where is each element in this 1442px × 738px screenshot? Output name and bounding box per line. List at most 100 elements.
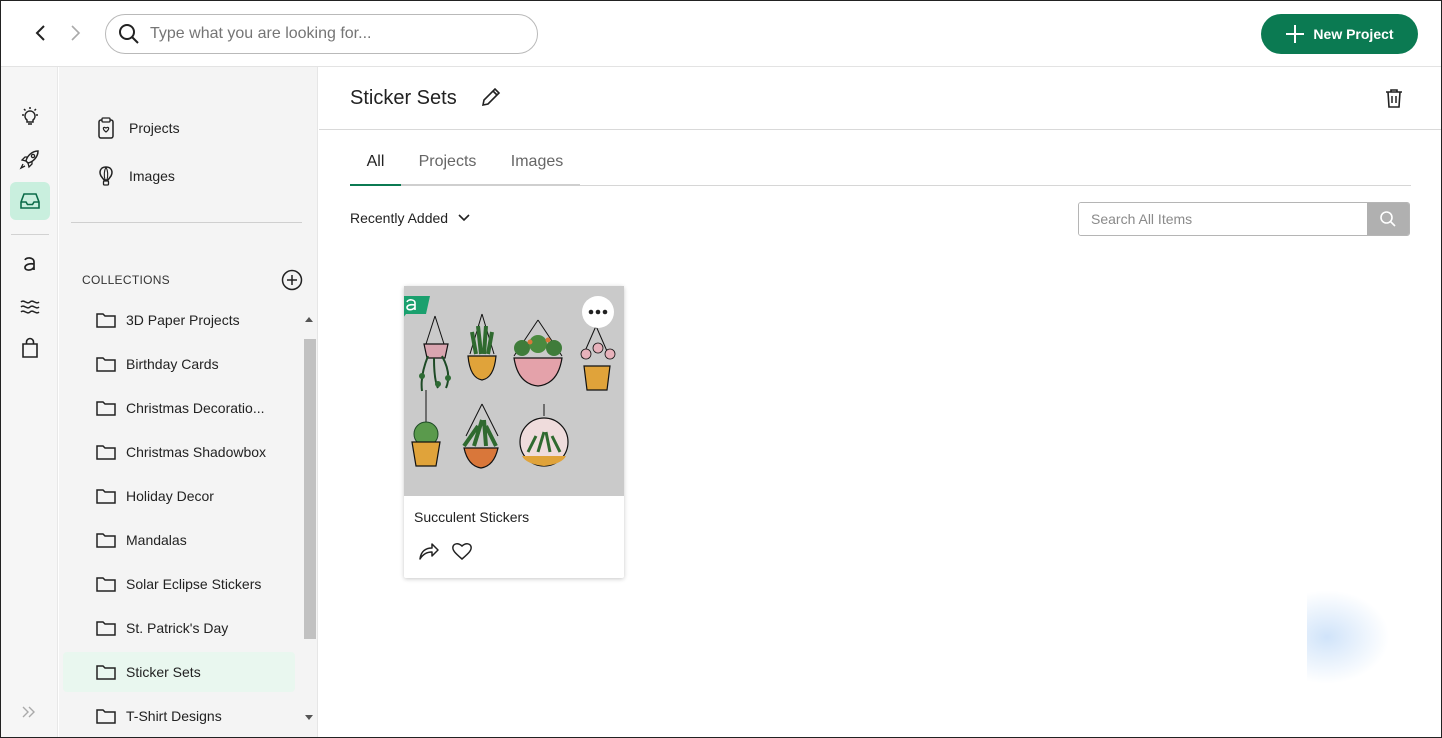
collection-label: Holiday Decor [126, 488, 214, 504]
sort-dropdown[interactable]: Recently Added [350, 210, 470, 226]
heart-icon [452, 543, 472, 560]
items-search-box[interactable] [1078, 202, 1410, 236]
projects-icon [98, 117, 114, 139]
rail-divider [11, 234, 49, 235]
sidebar-item-label: Projects [129, 120, 180, 136]
rail-fabric-button[interactable] [10, 288, 50, 326]
chevron-down-icon [458, 214, 470, 222]
collection-label: Birthday Cards [126, 356, 219, 372]
sidebar-item-projects[interactable]: Projects [97, 113, 180, 143]
chevron-right-icon [71, 25, 81, 41]
scroll-down-arrow[interactable] [305, 715, 313, 720]
access-logo-icon [24, 257, 35, 271]
main-content: Sticker Sets All Projects Images Recentl… [319, 67, 1441, 737]
collection-item[interactable]: St. Patrick's Day [63, 608, 295, 648]
collection-label: Sticker Sets [126, 664, 201, 680]
scroll-up-arrow[interactable] [305, 317, 313, 322]
rocket-icon [19, 150, 39, 170]
sort-label: Recently Added [350, 210, 449, 226]
folder-icon [96, 709, 116, 724]
folder-icon [96, 313, 116, 328]
plus-icon [1286, 25, 1305, 43]
back-button[interactable] [29, 21, 53, 45]
collections-heading: COLLECTIONS [82, 273, 170, 287]
new-project-button[interactable]: New Project [1261, 14, 1418, 54]
collection-item-active[interactable]: Sticker Sets [63, 652, 295, 692]
tab-images[interactable]: Images [494, 151, 580, 186]
folder-icon [96, 533, 116, 548]
folder-icon [96, 621, 116, 636]
filter-tabs: All Projects Images [350, 151, 1411, 186]
card-share-button[interactable] [418, 541, 440, 566]
double-chevron-right-icon [22, 706, 35, 718]
chevron-left-icon [35, 25, 45, 41]
tab-all[interactable]: All [350, 151, 401, 186]
trash-icon [1386, 89, 1402, 108]
floating-help-widget[interactable] [1307, 577, 1407, 697]
rail-shop-button[interactable] [10, 329, 50, 367]
share-arrow-icon [419, 543, 439, 560]
collection-item[interactable]: Holiday Decor [63, 476, 295, 516]
collection-item[interactable]: 3D Paper Projects [63, 300, 295, 340]
images-icon [99, 166, 113, 186]
project-card[interactable]: Succulent Stickers [404, 286, 624, 578]
collection-label: 3D Paper Projects [126, 312, 240, 328]
page-title: Sticker Sets [350, 87, 457, 109]
rename-button[interactable] [480, 86, 502, 113]
folder-icon [96, 401, 116, 416]
rail-access-button[interactable] [10, 245, 50, 283]
items-search-input[interactable] [1079, 203, 1367, 235]
rail-launch-button[interactable] [10, 140, 50, 178]
collection-label: St. Patrick's Day [126, 620, 229, 636]
collection-item[interactable]: Christmas Decoratio... [63, 388, 295, 428]
collection-label: Christmas Decoratio... [126, 400, 265, 416]
collection-item[interactable]: Mandalas [63, 520, 295, 560]
folder-icon [96, 577, 116, 592]
search-icon [1380, 211, 1396, 227]
collection-item[interactable]: Christmas Shadowbox [63, 432, 295, 472]
folder-icon [96, 489, 116, 504]
rail-inspiration-button[interactable] [10, 98, 50, 136]
access-badge-icon [404, 296, 430, 317]
global-search-input[interactable] [150, 25, 510, 43]
card-title: Succulent Stickers [414, 509, 530, 525]
access-badge [404, 296, 432, 327]
card-more-button[interactable] [582, 296, 614, 328]
items-search-button[interactable] [1367, 203, 1409, 235]
global-search-box[interactable] [105, 14, 538, 54]
collections-scrollbar[interactable] [302, 311, 316, 737]
new-project-label: New Project [1313, 26, 1394, 42]
sidebar-divider [71, 222, 302, 223]
sidebar-item-images[interactable]: Images [97, 161, 175, 191]
shopping-bag-icon [22, 337, 38, 358]
folder-icon [96, 665, 116, 680]
card-thumbnail[interactable] [404, 286, 624, 496]
add-collection-button[interactable] [281, 269, 303, 296]
folder-icon [96, 357, 116, 372]
library-sidebar: Projects Images COLLECTIONS 3D Paper Pro… [59, 67, 318, 737]
plus-circle-icon [281, 269, 303, 291]
icon-rail [1, 67, 58, 737]
tab-projects[interactable]: Projects [401, 151, 494, 186]
header-divider [319, 129, 1441, 130]
sidebar-item-label: Images [129, 168, 175, 184]
collection-label: Christmas Shadowbox [126, 444, 267, 460]
search-icon [119, 24, 139, 44]
top-bar: New Project [1, 1, 1441, 67]
more-horizontal-icon [588, 309, 608, 315]
collection-item[interactable]: T-Shirt Designs [63, 696, 295, 736]
collection-item[interactable]: Birthday Cards [63, 344, 295, 384]
app-window: New Project [0, 0, 1442, 738]
scrollbar-thumb[interactable] [304, 339, 316, 639]
waves-icon [20, 300, 40, 314]
collection-label: Solar Eclipse Stickers [126, 576, 262, 592]
lightbulb-icon [22, 107, 38, 125]
forward-button[interactable] [63, 21, 87, 45]
card-favorite-button[interactable] [451, 541, 473, 566]
expand-rail-button[interactable] [21, 705, 37, 724]
rail-library-button[interactable] [10, 182, 50, 220]
folder-icon [96, 445, 116, 460]
collection-item[interactable]: Solar Eclipse Stickers [63, 564, 295, 604]
inbox-icon [20, 193, 40, 209]
delete-collection-button[interactable] [1383, 87, 1405, 114]
